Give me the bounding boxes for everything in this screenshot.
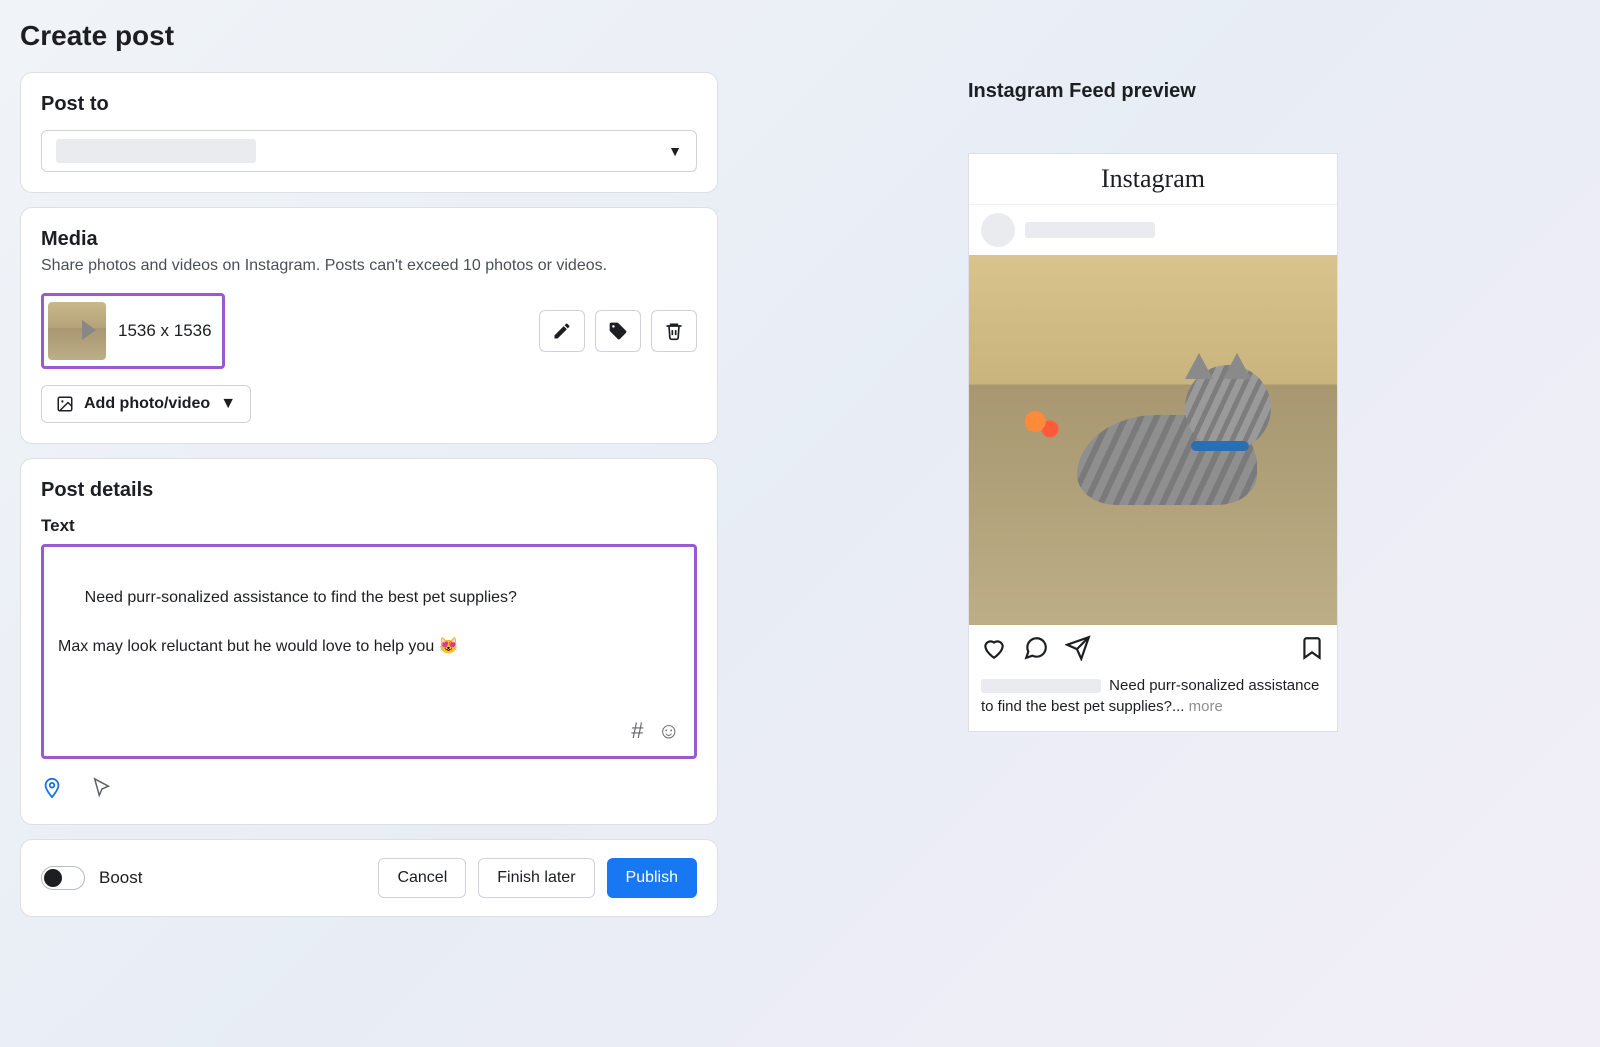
image-icon [56, 395, 74, 413]
media-title: Media [41, 228, 697, 251]
footer-bar: Boost Cancel Finish later Publish [20, 839, 718, 917]
caret-down-icon: ▼ [668, 143, 682, 159]
pencil-icon [552, 321, 572, 341]
preview-title: Instagram Feed preview [968, 80, 1600, 103]
page-title: Create post [20, 20, 718, 52]
edit-media-button[interactable] [539, 310, 585, 352]
boost-toggle[interactable] [41, 866, 85, 890]
preview-more-link[interactable]: more [1184, 698, 1222, 715]
add-media-label: Add photo/video [84, 395, 210, 413]
media-thumbnail[interactable]: 1536 x 1536 [41, 293, 225, 369]
preview-username-placeholder [1025, 222, 1155, 238]
add-media-button[interactable]: Add photo/video ▼ [41, 385, 251, 423]
cursor-icon [91, 777, 113, 804]
location-button[interactable] [41, 777, 63, 804]
post-details-card: Post details Text Need purr-sonalized as… [20, 458, 718, 825]
tag-icon [608, 321, 628, 341]
post-to-dropdown[interactable]: ▼ [41, 130, 697, 172]
preview-caption-username-placeholder [981, 679, 1101, 693]
boost-label: Boost [99, 868, 142, 888]
preview-image [969, 255, 1337, 625]
media-subtitle: Share photos and videos on Instagram. Po… [41, 257, 697, 275]
share-icon[interactable] [1065, 635, 1091, 661]
finish-later-button[interactable]: Finish later [478, 858, 594, 898]
media-thumb-icon [48, 302, 106, 360]
publish-button[interactable]: Publish [607, 858, 697, 898]
preview-header [969, 204, 1337, 255]
bookmark-icon[interactable] [1299, 635, 1325, 661]
comment-icon[interactable] [1023, 635, 1049, 661]
post-to-card: Post to ▼ [20, 72, 718, 193]
cancel-button[interactable]: Cancel [378, 858, 466, 898]
media-card: Media Share photos and videos on Instagr… [20, 207, 718, 444]
media-dimensions: 1536 x 1536 [118, 321, 212, 341]
trash-icon [664, 321, 684, 341]
emoji-button[interactable]: ☺ [658, 714, 680, 748]
delete-media-button[interactable] [651, 310, 697, 352]
preview-avatar [981, 213, 1015, 247]
post-details-title: Post details [41, 479, 697, 502]
post-to-title: Post to [41, 93, 697, 116]
hashtag-button[interactable]: # [631, 714, 643, 748]
tag-media-button[interactable] [595, 310, 641, 352]
instagram-preview-card: Instagram Need purr-sonalized a [968, 153, 1338, 732]
post-text-input[interactable]: Need purr-sonalized assistance to find t… [41, 544, 697, 759]
post-text-value: Need purr-sonalized assistance to find t… [58, 589, 517, 656]
post-to-placeholder [56, 139, 256, 163]
instagram-logo: Instagram [969, 154, 1337, 204]
preview-caption: Need purr-sonalized assistance to find t… [969, 671, 1337, 731]
heart-icon[interactable] [981, 635, 1007, 661]
preview-action-bar [969, 625, 1337, 671]
location-pin-icon [41, 777, 63, 799]
text-label: Text [41, 516, 697, 536]
caret-down-icon: ▼ [220, 395, 236, 413]
